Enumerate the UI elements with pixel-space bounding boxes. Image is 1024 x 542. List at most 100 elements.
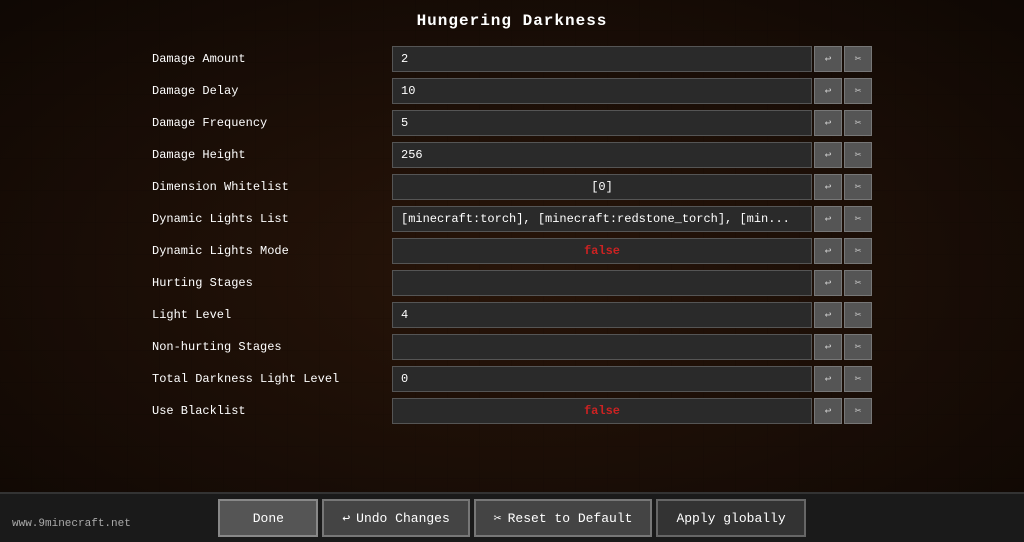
setting-label: Total Darkness Light Level: [152, 372, 392, 386]
table-row: Use Blacklist false ↩ ✂: [152, 396, 872, 426]
reset-setting-button[interactable]: ✂: [844, 270, 872, 296]
undo-icon: ↩: [825, 212, 832, 226]
setting-value: 0: [401, 372, 408, 386]
setting-label: Dynamic Lights Mode: [152, 244, 392, 258]
scissors-icon: ✂: [494, 511, 502, 526]
table-row: Dynamic Lights List[minecraft:torch], [m…: [152, 204, 872, 234]
setting-control[interactable]: [0]: [392, 174, 812, 200]
setting-control[interactable]: [392, 334, 812, 360]
setting-label: Damage Height: [152, 148, 392, 162]
undo-icon: ↩: [825, 148, 832, 162]
table-row: Light Level 4 ↩ ✂: [152, 300, 872, 330]
setting-label: Non-hurting Stages: [152, 340, 392, 354]
table-row: Total Darkness Light Level 0 ↩ ✂: [152, 364, 872, 394]
page-title: Hungering Darkness: [417, 12, 608, 30]
undo-icon: ↩: [825, 308, 832, 322]
setting-control[interactable]: false: [392, 238, 812, 264]
setting-value: 10: [401, 84, 415, 98]
table-row: Damage Amount2↩✂: [152, 44, 872, 74]
reset-setting-button[interactable]: ✂: [844, 78, 872, 104]
undo-icon: ↩: [342, 511, 350, 526]
reset-setting-button[interactable]: ✂: [844, 206, 872, 232]
reset-setting-button[interactable]: ✂: [844, 142, 872, 168]
undo-icon: ↩: [825, 404, 832, 418]
scissors-icon: ✂: [855, 84, 862, 98]
setting-label: Use Blacklist: [152, 404, 392, 418]
scissors-icon: ✂: [855, 308, 862, 322]
table-row: Damage Delay 10 ↩ ✂: [152, 76, 872, 106]
table-row: Dynamic Lights Mode false ↩ ✂: [152, 236, 872, 266]
setting-control[interactable]: 10: [392, 78, 812, 104]
setting-label: Dynamic Lights List: [152, 212, 392, 226]
undo-icon: ↩: [825, 84, 832, 98]
scissors-icon: ✂: [855, 276, 862, 290]
setting-label: Dimension Whitelist: [152, 180, 392, 194]
reset-setting-button[interactable]: ✂: [844, 302, 872, 328]
undo-setting-button[interactable]: ↩: [814, 398, 842, 424]
setting-control[interactable]: 4: [392, 302, 812, 328]
undo-setting-button[interactable]: ↩: [814, 78, 842, 104]
setting-value: 2: [401, 52, 408, 66]
apply-globally-button[interactable]: Apply globally: [656, 499, 805, 537]
undo-icon: ↩: [825, 276, 832, 290]
undo-setting-button[interactable]: ↩: [814, 302, 842, 328]
scissors-icon: ✂: [855, 116, 862, 130]
undo-icon: ↩: [825, 52, 832, 66]
setting-control[interactable]: 5: [392, 110, 812, 136]
watermark: www.9minecraft.net: [12, 518, 131, 530]
undo-changes-button[interactable]: ↩ Undo Changes: [322, 499, 469, 537]
scissors-icon: ✂: [855, 340, 862, 354]
setting-value: 4: [401, 308, 408, 322]
reset-setting-button[interactable]: ✂: [844, 366, 872, 392]
undo-setting-button[interactable]: ↩: [814, 46, 842, 72]
setting-control[interactable]: 2: [392, 46, 812, 72]
reset-label: Reset to Default: [508, 511, 633, 526]
reset-setting-button[interactable]: ✂: [844, 398, 872, 424]
scissors-icon: ✂: [855, 372, 862, 386]
table-row: Dimension Whitelist [0] ↩ ✂: [152, 172, 872, 202]
undo-setting-button[interactable]: ↩: [814, 110, 842, 136]
bottom-bar: www.9minecraft.net Done ↩ Undo Changes ✂…: [0, 492, 1024, 542]
setting-label: Damage Delay: [152, 84, 392, 98]
undo-setting-button[interactable]: ↩: [814, 270, 842, 296]
setting-label: Hurting Stages: [152, 276, 392, 290]
undo-setting-button[interactable]: ↩: [814, 238, 842, 264]
setting-label: Light Level: [152, 308, 392, 322]
settings-panel: Damage Amount2↩✂Damage Delay10↩✂Damage F…: [152, 44, 872, 426]
scissors-icon: ✂: [855, 212, 862, 226]
undo-setting-button[interactable]: ↩: [814, 174, 842, 200]
scissors-icon: ✂: [855, 244, 862, 258]
scissors-icon: ✂: [855, 404, 862, 418]
reset-setting-button[interactable]: ✂: [844, 46, 872, 72]
undo-label: Undo Changes: [356, 511, 450, 526]
scissors-icon: ✂: [855, 52, 862, 66]
undo-setting-button[interactable]: ↩: [814, 142, 842, 168]
undo-icon: ↩: [825, 244, 832, 258]
undo-setting-button[interactable]: ↩: [814, 366, 842, 392]
scissors-icon: ✂: [855, 180, 862, 194]
setting-control[interactable]: false: [392, 398, 812, 424]
undo-setting-button[interactable]: ↩: [814, 334, 842, 360]
setting-value: 256: [401, 148, 423, 162]
undo-icon: ↩: [825, 340, 832, 354]
reset-setting-button[interactable]: ✂: [844, 174, 872, 200]
setting-value: false: [584, 244, 620, 258]
setting-control[interactable]: 256: [392, 142, 812, 168]
table-row: Hurting Stages ↩ ✂: [152, 268, 872, 298]
reset-setting-button[interactable]: ✂: [844, 110, 872, 136]
setting-control[interactable]: 0: [392, 366, 812, 392]
table-row: Non-hurting Stages ↩ ✂: [152, 332, 872, 362]
setting-value: false: [584, 404, 620, 418]
reset-to-default-button[interactable]: ✂ Reset to Default: [474, 499, 653, 537]
main-container: Hungering Darkness Damage Amount2↩✂Damag…: [0, 0, 1024, 542]
reset-setting-button[interactable]: ✂: [844, 334, 872, 360]
undo-setting-button[interactable]: ↩: [814, 206, 842, 232]
setting-control[interactable]: [392, 270, 812, 296]
undo-icon: ↩: [825, 372, 832, 386]
reset-setting-button[interactable]: ✂: [844, 238, 872, 264]
setting-value: 5: [401, 116, 408, 130]
undo-icon: ↩: [825, 116, 832, 130]
done-button[interactable]: Done: [218, 499, 318, 537]
setting-control[interactable]: [minecraft:torch], [minecraft:redstone_t…: [392, 206, 812, 232]
setting-value: [0]: [591, 180, 613, 194]
